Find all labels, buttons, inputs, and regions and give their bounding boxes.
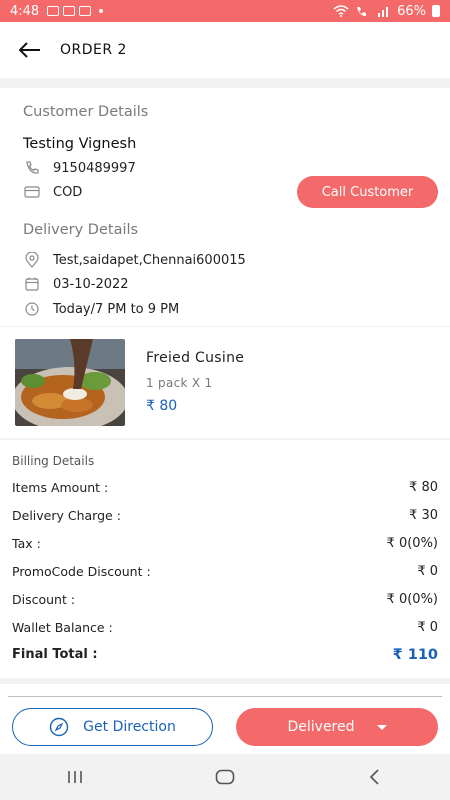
address-row: Test,saidapet,Chennai600015 (23, 251, 246, 269)
bill-row-tax: Tax : ₹ 0(0%) (12, 536, 438, 551)
delivery-details-heading: Delivery Details (23, 222, 139, 238)
bill-label: Tax : (12, 536, 41, 551)
billing-heading: Billing Details (12, 454, 95, 468)
app-bar: ORDER 2 (0, 22, 450, 78)
call-customer-button[interactable]: Call Customer (297, 176, 438, 208)
delivery-address: Test,saidapet,Chennai600015 (53, 252, 246, 268)
calendar-icon (25, 277, 39, 291)
bill-label: Delivery Charge : (12, 508, 121, 523)
customer-phone: 9150489997 (53, 160, 136, 176)
notification-icons (47, 6, 104, 16)
delivery-slot: Today/7 PM to 9 PM (53, 301, 180, 317)
more-notifications-icon (99, 9, 104, 13)
compass-icon (49, 717, 69, 737)
bill-value: ₹ 0(0%) (386, 592, 438, 607)
home-icon (215, 769, 235, 785)
get-direction-label: Get Direction (83, 719, 176, 735)
date-row: 03-10-2022 (23, 275, 129, 293)
bill-value: ₹ 0 (417, 564, 438, 579)
home-button[interactable] (205, 762, 245, 792)
bill-label: Items Amount : (12, 480, 109, 495)
wifi-icon (333, 5, 349, 17)
message-icon (79, 6, 92, 16)
arrow-left-icon (19, 42, 40, 58)
final-total-value: ₹ 110 (392, 647, 438, 663)
payment-method: COD (53, 184, 83, 200)
clock-icon (25, 302, 39, 316)
order-status-dropdown[interactable]: Delivered (236, 708, 438, 746)
bill-value: ₹ 0 (417, 620, 438, 635)
bill-row-promo: PromoCode Discount : ₹ 0 (12, 564, 438, 579)
bill-row-wallet: Wallet Balance : ₹ 0 (12, 620, 438, 635)
bill-value: ₹ 0(0%) (386, 536, 438, 551)
system-back-button[interactable] (355, 762, 395, 792)
slot-row: Today/7 PM to 9 PM (23, 300, 179, 318)
bill-row-discount: Discount : ₹ 0(0%) (12, 592, 438, 607)
action-divider (8, 696, 442, 697)
status-time: 4:48 (10, 3, 40, 19)
back-chevron-icon (369, 769, 379, 785)
bill-value: ₹ 30 (409, 508, 438, 523)
gallery-icon (47, 6, 60, 16)
bill-value: ₹ 80 (409, 480, 438, 495)
item-quantity: 1 pack X 1 (146, 376, 213, 390)
volte-call-icon (357, 7, 367, 16)
payment-row: COD (23, 183, 82, 201)
customer-phone-row: 9150489997 (23, 159, 136, 177)
recent-apps-button[interactable] (55, 762, 95, 792)
youtube-icon (63, 6, 76, 16)
bill-label: Discount : (12, 592, 76, 607)
get-direction-button[interactable]: Get Direction (12, 708, 213, 746)
item-price: ₹ 80 (146, 398, 178, 414)
signal-icon (378, 7, 389, 17)
back-button[interactable] (0, 22, 60, 78)
final-total-row: Final Total : ₹ 110 (12, 647, 438, 663)
bill-label: PromoCode Discount : (12, 564, 151, 579)
location-pin-icon (25, 252, 39, 268)
battery-percent: 66% (397, 3, 426, 19)
page-title: ORDER 2 (60, 42, 127, 58)
order-status-label: Delivered (287, 719, 355, 735)
food-image (15, 339, 125, 426)
bill-label: Wallet Balance : (12, 620, 113, 635)
final-total-label: Final Total : (12, 647, 98, 662)
delivery-date: 03-10-2022 (53, 276, 129, 292)
chevron-down-icon (376, 724, 387, 730)
system-nav-bar (0, 754, 450, 800)
customer-name: Testing Vignesh (23, 136, 137, 152)
billing-card (0, 440, 450, 678)
card-icon (24, 186, 40, 198)
item-name: Freied Cusine (146, 350, 245, 366)
bill-row-delivery: Delivery Charge : ₹ 30 (12, 508, 438, 523)
battery-icon (432, 5, 440, 17)
phone-icon (26, 161, 39, 174)
recent-apps-icon (68, 771, 82, 783)
bill-row-items: Items Amount : ₹ 80 (12, 480, 438, 495)
customer-details-heading: Customer Details (23, 104, 149, 120)
status-bar: 4:48 66% (0, 0, 450, 22)
